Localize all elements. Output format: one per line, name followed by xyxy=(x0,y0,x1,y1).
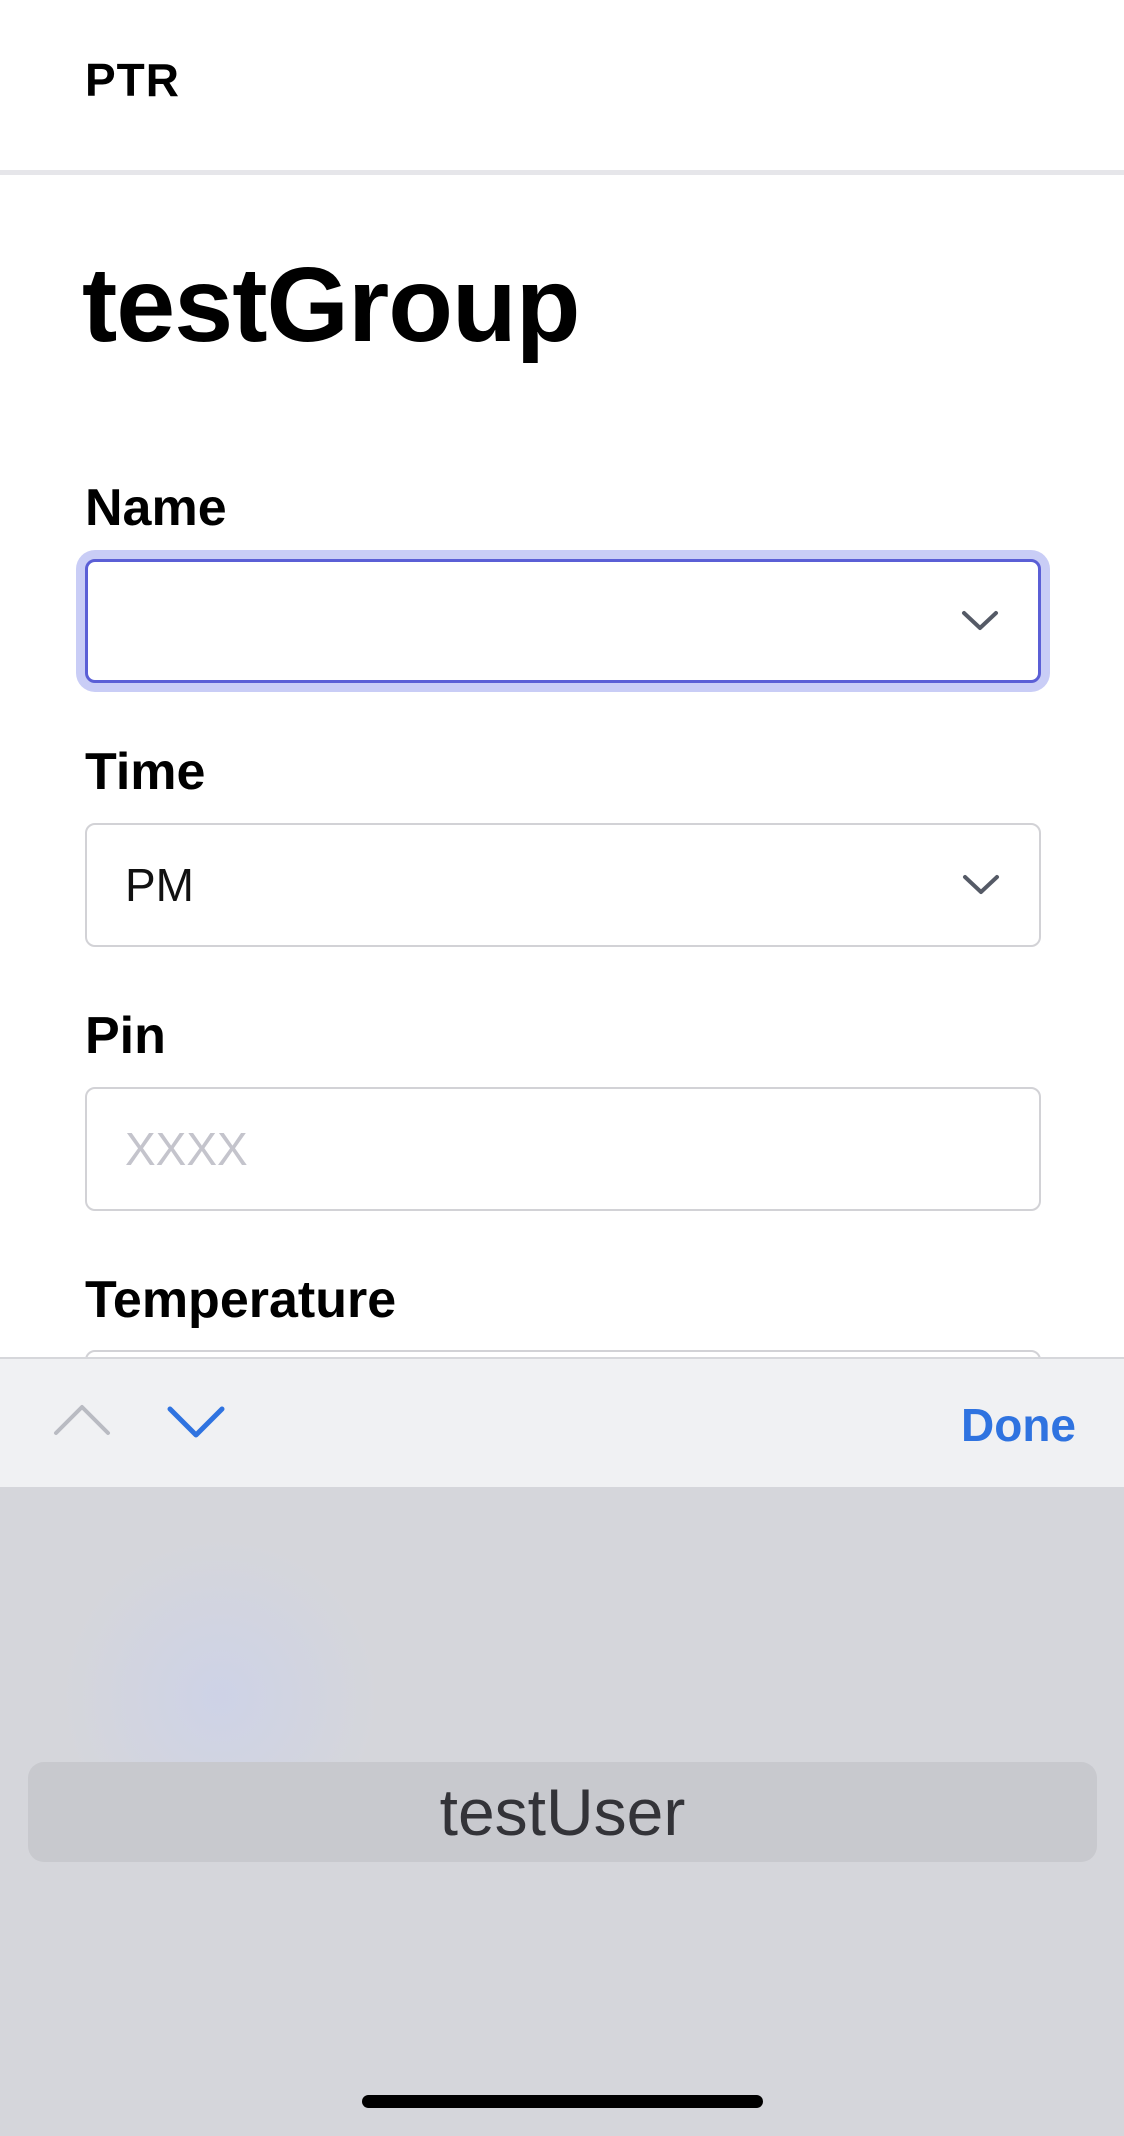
pin-label: Pin xyxy=(85,1007,166,1065)
done-button[interactable]: Done xyxy=(961,1397,1076,1453)
brand-label[interactable]: PTR xyxy=(85,52,180,108)
page-title: testGroup xyxy=(82,246,580,364)
temperature-label: Temperature xyxy=(85,1271,397,1329)
keyboard-accessory-bar: Done xyxy=(0,1357,1124,1487)
name-select[interactable] xyxy=(85,559,1041,683)
time-select-value: PM xyxy=(125,859,194,911)
chevron-up-icon[interactable] xyxy=(52,1397,112,1447)
app-screen: PTR testGroup Name Time PM Pin XXXX Temp… xyxy=(0,0,1124,2136)
pin-input[interactable]: XXXX xyxy=(85,1087,1041,1211)
pin-placeholder: XXXX xyxy=(125,1123,248,1175)
picker-option-selected[interactable]: testUser xyxy=(28,1762,1097,1862)
picker-wheel[interactable]: testUser xyxy=(0,1487,1124,2136)
name-label: Name xyxy=(85,479,227,537)
time-select[interactable]: PM xyxy=(85,823,1041,947)
home-indicator[interactable] xyxy=(362,2095,763,2108)
top-bar: PTR xyxy=(0,0,1124,175)
time-label: Time xyxy=(85,743,206,801)
chevron-down-icon xyxy=(962,611,998,630)
chevron-down-icon[interactable] xyxy=(166,1397,226,1447)
chevron-down-icon xyxy=(963,875,999,894)
